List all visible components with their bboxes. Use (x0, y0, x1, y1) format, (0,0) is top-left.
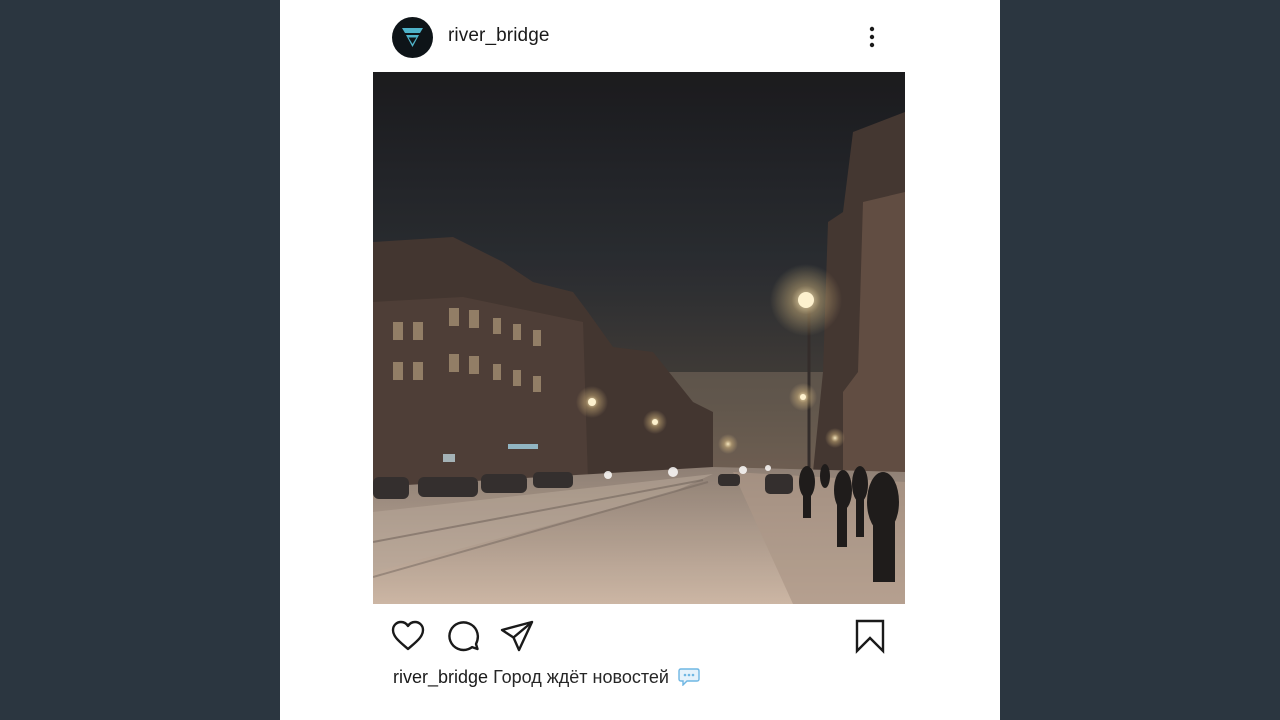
heart-icon[interactable] (390, 618, 426, 654)
more-vertical-icon[interactable] (860, 24, 884, 50)
caption-username[interactable]: river_bridge (393, 667, 488, 687)
post-username[interactable]: river_bridge (448, 25, 550, 47)
post-header: river_bridge (280, 0, 1000, 72)
caption-text: Город ждёт новостей (493, 667, 669, 687)
logo-chevron-icon (402, 28, 423, 47)
post-caption: river_bridge Город ждёт новостей (393, 667, 700, 691)
post-card: river_bridge river_bridge Город ждёт нов… (280, 0, 1000, 720)
comment-icon[interactable] (445, 618, 481, 654)
speech-bubble-icon (678, 668, 700, 691)
bookmark-icon[interactable] (852, 618, 888, 654)
post-photo[interactable] (373, 72, 905, 604)
avatar[interactable] (392, 17, 433, 58)
send-icon[interactable] (499, 618, 535, 654)
